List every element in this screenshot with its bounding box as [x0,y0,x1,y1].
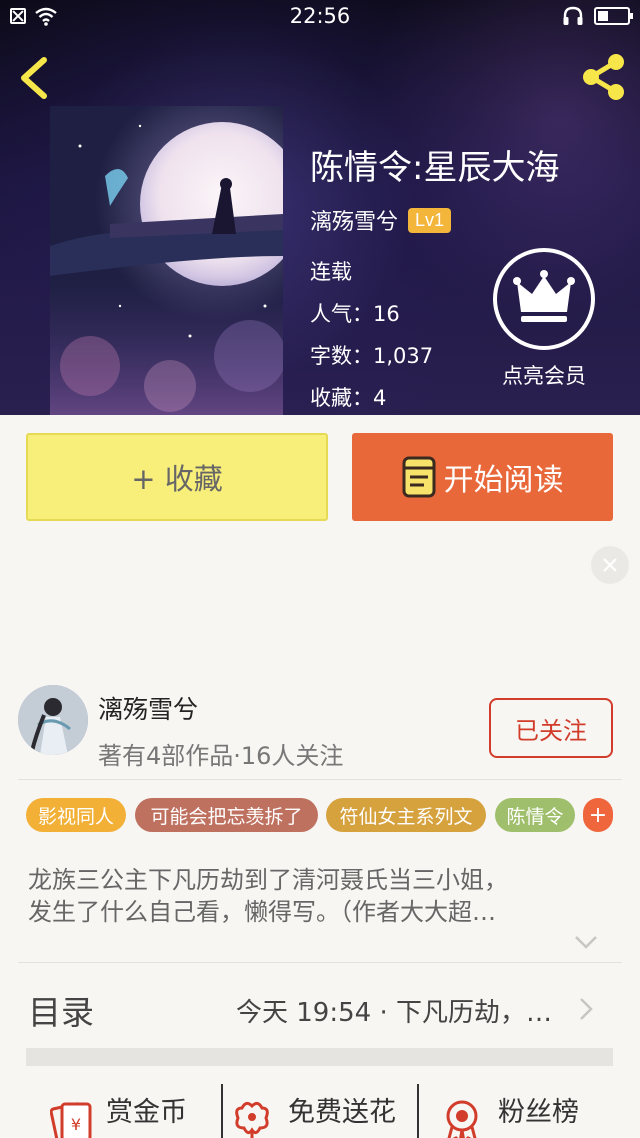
red-envelope-icon: ¥ [50,1102,92,1138]
tag-chip[interactable]: 影视同人 [26,798,126,832]
divider [221,1084,223,1138]
description-line: 发生了什么自己看，懒得写。（作者大大超… [28,898,496,926]
description-line: 龙族三公主下凡历劫到了清河聂氏当三小姐， [28,866,508,894]
fan-ranking-button[interactable]: 粉丝榜 [440,1084,620,1138]
author-avatar[interactable] [18,685,88,755]
tag-chip[interactable]: 陈情令 [495,798,575,832]
crown-icon [513,270,575,322]
author-level-badge: Lv1 [408,207,452,233]
book-icon [402,456,435,498]
headphones-icon [563,6,583,25]
expand-description-icon[interactable] [574,934,598,950]
word-count-stat: 字数：1,037 [310,344,434,368]
vip-label[interactable]: 点亮会员 [490,360,598,390]
book-cover-image[interactable] [50,106,283,415]
section-separator [26,1048,613,1066]
start-reading-button[interactable]: 开始阅读 [352,433,613,521]
share-button[interactable] [578,52,628,102]
book-description: 龙族三公主下凡历劫到了清河聂氏当三小姐， 发生了什么自己看，懒得写。（作者大大超… [28,864,596,928]
medal-icon [446,1100,478,1138]
fan-ranking-label: 粉丝榜 [498,1097,579,1128]
flower-icon [235,1101,269,1138]
catalog-title: 目录 [28,993,94,1032]
chevron-right-icon [580,998,593,1020]
close-icon [603,558,617,572]
send-flowers-button[interactable]: 免费送花 [230,1084,415,1138]
book-title: 陈情令:星辰大海 [310,148,560,188]
close-ad-button[interactable] [591,546,629,584]
divider [417,1084,419,1138]
book-author[interactable]: 漓殇雪兮 [310,204,398,236]
add-to-favorites-button[interactable]: + 收藏 [26,433,328,521]
divider [18,779,622,780]
more-tags-button[interactable]: + [583,798,613,832]
status-time: 22:56 [289,4,351,28]
author-card-stats: 著有4部作品·16人关注 [98,742,344,770]
author-card-name[interactable]: 漓殇雪兮 [98,690,198,726]
divider [18,962,622,963]
latest-chapter: 今天 19:54 · 下凡历劫，… [236,998,552,1028]
popularity-stat: 人气：16 [310,302,400,326]
reward-coins-button[interactable]: ¥ 赏金币 [50,1084,220,1138]
catalog-row[interactable]: 目录 今天 19:54 · 下凡历劫，… [0,970,640,1046]
tag-chip[interactable]: 符仙女主系列文 [326,798,486,832]
svg-text:¥: ¥ [71,1115,81,1134]
favorites-stat: 收藏：4 [310,386,387,410]
follow-button[interactable]: 已关注 [489,698,613,758]
tag-chip[interactable]: 可能会把忘羡拆了 [135,798,318,832]
start-reading-label: 开始阅读 [443,463,564,498]
reward-coins-label: 赏金币 [106,1097,187,1128]
vip-crown-button[interactable] [493,248,595,350]
battery-icon [594,7,633,25]
send-flowers-label: 免费送花 [288,1097,396,1128]
back-button[interactable] [14,56,54,100]
status-bar: 22:56 [0,0,640,34]
serial-status: 连载 [310,260,352,284]
book-header: 22:56 陈情令:星辰大海 漓殇雪兮 Lv1 连载 人气：16 字数：1,03… [0,0,640,415]
